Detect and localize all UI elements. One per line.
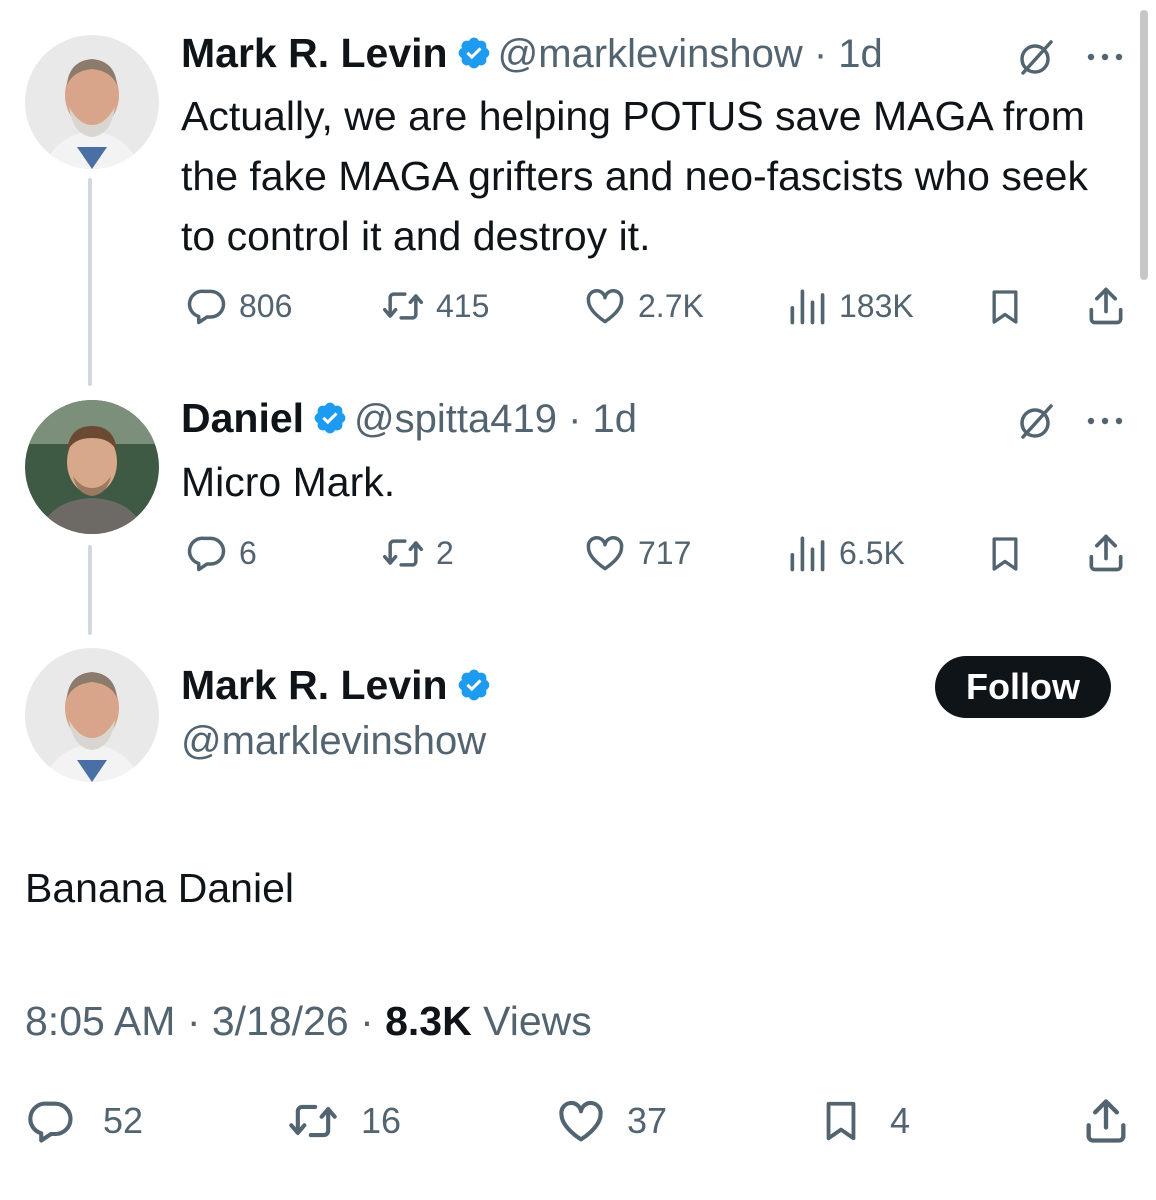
repost-icon bbox=[289, 1104, 337, 1138]
reply-icon bbox=[28, 1101, 73, 1143]
tweet-metadata: 8:05 AM · 3/18/26 · 8.3K Views bbox=[25, 998, 592, 1044]
user-handle[interactable]: @spitta419 bbox=[354, 397, 557, 441]
views-label: Views bbox=[483, 998, 592, 1044]
verified-badge-icon bbox=[312, 400, 348, 441]
tweet-time[interactable]: 1d bbox=[593, 397, 638, 441]
like-icon bbox=[586, 289, 624, 324]
views-count: 183K bbox=[839, 287, 914, 324]
reply-button[interactable]: 52 bbox=[25, 1095, 143, 1147]
separator-dot: · bbox=[557, 397, 593, 441]
tweet-header: Mark R. Levin @marklevinshow · 1d bbox=[181, 30, 883, 77]
reply-count: 806 bbox=[239, 287, 293, 324]
display-name[interactable]: Mark R. Levin bbox=[181, 30, 448, 76]
tweet-text: Micro Mark. bbox=[181, 459, 396, 505]
share-icon[interactable] bbox=[1080, 1095, 1132, 1152]
views-icon bbox=[790, 536, 825, 572]
user-handle[interactable]: @marklevinshow bbox=[181, 719, 486, 764]
repost-count: 415 bbox=[436, 287, 490, 324]
grok-icon[interactable] bbox=[1015, 400, 1059, 449]
views-button[interactable]: 6.5K bbox=[785, 531, 905, 575]
like-count: 37 bbox=[627, 1100, 668, 1141]
main-tweet-text: Banana Daniel bbox=[25, 865, 294, 911]
tweet-time[interactable]: 8:05 AM bbox=[25, 998, 175, 1044]
avatar[interactable] bbox=[25, 35, 159, 169]
verified-badge-icon bbox=[456, 667, 492, 708]
repost-button[interactable]: 2 bbox=[380, 531, 454, 575]
like-icon bbox=[586, 536, 624, 571]
bookmark-icon[interactable] bbox=[985, 286, 1025, 333]
repost-button[interactable]: 415 bbox=[380, 284, 489, 328]
reply-count: 52 bbox=[103, 1100, 144, 1141]
display-name[interactable]: Mark R. Levin bbox=[181, 662, 448, 708]
scrollbar[interactable] bbox=[1140, 10, 1148, 280]
bookmark-count: 4 bbox=[890, 1100, 911, 1141]
views-count: 8.3K bbox=[385, 998, 472, 1044]
like-button[interactable]: 2.7K bbox=[582, 284, 704, 328]
more-icon[interactable] bbox=[1085, 414, 1129, 432]
reply-icon bbox=[187, 536, 226, 572]
tweet-time[interactable]: 1d bbox=[838, 32, 883, 76]
separator-dot: · bbox=[802, 32, 839, 76]
bookmark-icon bbox=[826, 1101, 856, 1141]
repost-count: 2 bbox=[436, 534, 454, 571]
views-button[interactable]: 183K bbox=[785, 284, 914, 328]
views-count: 6.5K bbox=[839, 534, 905, 571]
user-handle[interactable]: @marklevinshow bbox=[498, 32, 803, 76]
more-icon[interactable] bbox=[1085, 50, 1129, 68]
repost-count: 16 bbox=[361, 1100, 402, 1141]
repost-icon bbox=[382, 539, 424, 567]
follow-button[interactable]: Follow bbox=[935, 656, 1111, 718]
like-icon bbox=[559, 1100, 603, 1142]
thread-line bbox=[88, 545, 92, 635]
tweet-text: Actually, we are helping POTUS save MAGA… bbox=[181, 93, 1088, 259]
reply-count: 6 bbox=[239, 534, 257, 571]
avatar[interactable] bbox=[25, 400, 159, 534]
like-count: 717 bbox=[638, 534, 692, 571]
tweet-header: Daniel @spitta419 · 1d bbox=[181, 395, 637, 442]
views-icon bbox=[790, 289, 825, 325]
reply-button[interactable]: 6 bbox=[185, 531, 257, 575]
share-icon[interactable] bbox=[1084, 284, 1128, 333]
repost-button[interactable]: 16 bbox=[285, 1095, 401, 1147]
repost-icon bbox=[382, 292, 424, 320]
verified-badge-icon bbox=[456, 35, 492, 76]
share-icon[interactable] bbox=[1084, 531, 1128, 580]
reply-icon bbox=[187, 289, 226, 325]
bookmark-button[interactable]: 4 bbox=[818, 1095, 910, 1147]
bookmark-icon[interactable] bbox=[985, 533, 1025, 580]
avatar[interactable] bbox=[25, 648, 159, 782]
thread-line bbox=[88, 178, 92, 386]
main-tweet-author: Mark R. Levin bbox=[181, 662, 498, 709]
grok-icon[interactable] bbox=[1015, 36, 1059, 85]
like-count: 2.7K bbox=[638, 287, 704, 324]
like-button[interactable]: 717 bbox=[582, 531, 691, 575]
tweet-date[interactable]: 3/18/26 bbox=[212, 998, 349, 1044]
reply-button[interactable]: 806 bbox=[185, 284, 292, 328]
display-name[interactable]: Daniel bbox=[181, 395, 304, 441]
like-button[interactable]: 37 bbox=[553, 1095, 667, 1147]
